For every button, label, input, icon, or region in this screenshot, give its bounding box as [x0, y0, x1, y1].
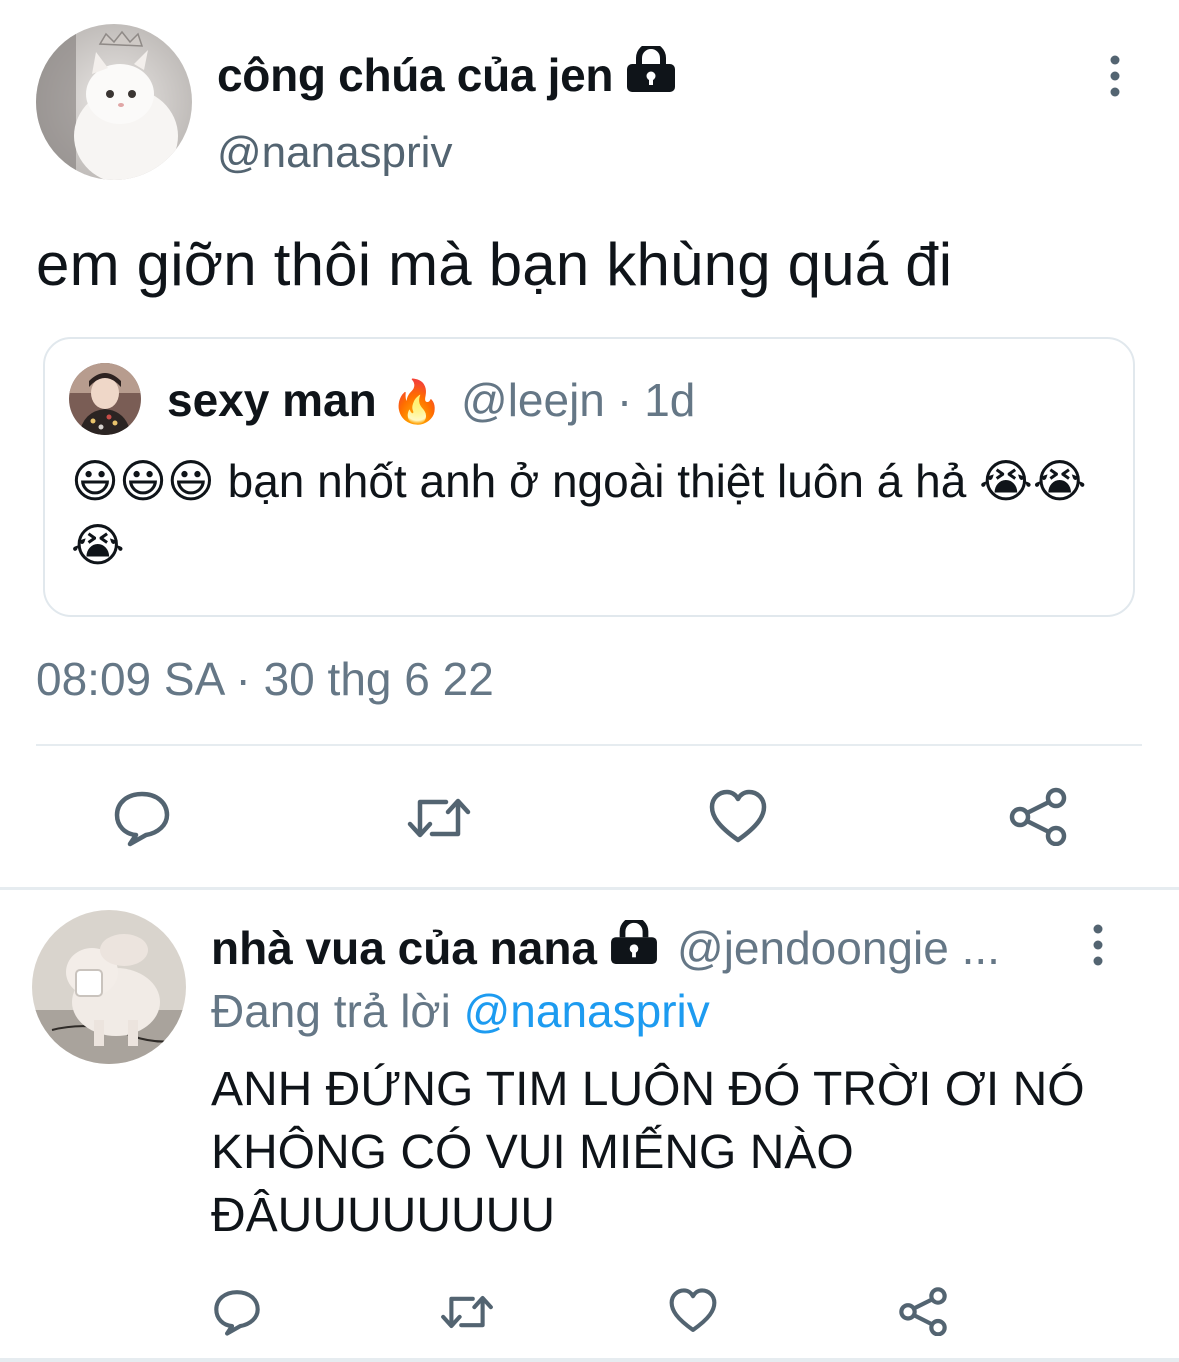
dog-avatar-image: [32, 910, 186, 1064]
reply-bubble-icon[interactable]: [112, 788, 172, 848]
retweet-icon[interactable]: [406, 790, 472, 846]
display-name-text: công chúa của jen: [217, 48, 614, 101]
display-name[interactable]: công chúa của jen: [217, 43, 677, 103]
handle[interactable]: @nanaspriv: [217, 128, 452, 178]
timestamp[interactable]: 08:09 SA · 30 thg 6 22: [36, 652, 494, 706]
reply-bubble-icon[interactable]: [212, 1288, 262, 1336]
lock-icon: [609, 917, 659, 975]
more-vertical-icon[interactable]: [1081, 922, 1115, 968]
heart-icon[interactable]: [708, 788, 768, 846]
main-tweet: công chúa của jen @nanaspriv em giỡn thô…: [0, 0, 1179, 887]
replying-to: Đang trả lời @nanaspriv: [211, 984, 710, 1038]
avatar: [69, 363, 141, 435]
more-vertical-icon[interactable]: [1098, 52, 1132, 100]
quoted-tweet-header: sexy man 🔥 @leejn · 1d: [167, 373, 695, 427]
share-icon[interactable]: [1008, 786, 1068, 847]
fire-emoji: 🔥: [390, 378, 443, 425]
divider: [0, 887, 1179, 890]
handle[interactable]: @jendoongie ...: [677, 921, 1000, 975]
reply-header: nhà vua của nana @jendoongie ...: [211, 917, 1000, 975]
avatar[interactable]: [36, 24, 192, 180]
heart-icon[interactable]: [668, 1288, 718, 1334]
share-icon[interactable]: [898, 1286, 948, 1337]
quoted-time: 1d: [644, 374, 696, 426]
divider: [36, 744, 1142, 746]
quoted-tweet[interactable]: sexy man 🔥 @leejn · 1d 😃😃😃 bạn nhốt anh …: [43, 337, 1135, 617]
retweet-icon[interactable]: [439, 1289, 495, 1335]
quoted-handle: @leejn: [461, 374, 605, 426]
display-name[interactable]: nhà vua của nana: [211, 921, 597, 975]
cat-avatar-image: [36, 24, 192, 180]
avatar[interactable]: [32, 910, 186, 1064]
replying-prefix: Đang trả lời: [211, 985, 464, 1037]
quoted-display-name: sexy man: [167, 374, 377, 426]
man-avatar-image: [69, 363, 141, 435]
lock-icon: [625, 43, 677, 103]
separator-dot: ·: [616, 374, 633, 426]
divider: [0, 1358, 1179, 1362]
replying-to-link[interactable]: @nanaspriv: [464, 985, 710, 1037]
quoted-tweet-text: 😃😃😃 bạn nhốt anh ở ngoài thiệt luôn á hả…: [71, 455, 1087, 571]
tweet-text: ANH ĐỨNG TIM LUÔN ĐÓ TRỜI ƠI NÓ KHÔNG CÓ…: [211, 1063, 1085, 1242]
tweet-text: em giỡn thôi mà bạn khùng quá đi: [36, 231, 953, 298]
